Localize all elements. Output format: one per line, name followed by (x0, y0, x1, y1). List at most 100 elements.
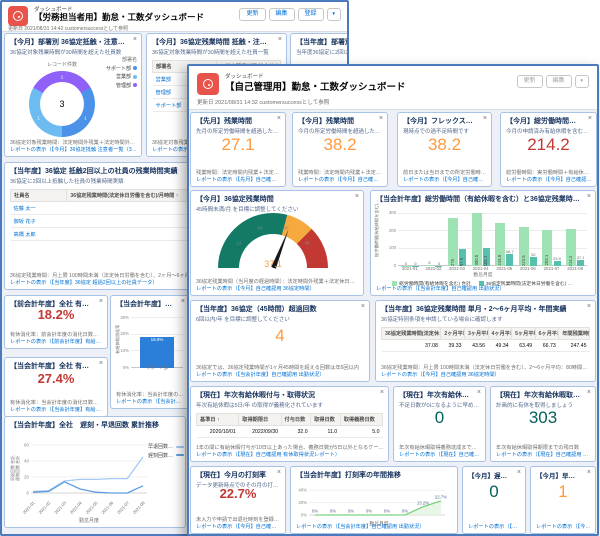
column-header[interactable]: 取得期限日 (239, 414, 281, 426)
card-subtitle: 6回以内/年 を目標に調整してください (196, 315, 364, 323)
annual-bar-chart[interactable]: 0100200300006027597.9300.5105.1243.868.7… (398, 210, 587, 266)
column-header[interactable]: 36協定残業時間(法定休日労働を含む) ↑ (382, 328, 441, 340)
expand-icon[interactable]: × (277, 469, 281, 476)
bar (530, 257, 537, 266)
column-header[interactable]: 3ヶ月平均 (464, 328, 488, 340)
data-table: 36協定残業時間(法定休日労働を含む) ↑2ヶ月平均3ヶ月平均4ヶ月平均5ヶ月平… (381, 327, 590, 352)
column-header[interactable]: 取得義務日数 (340, 414, 382, 426)
report-link[interactable]: レポートの表示（【今月】自己確認用 フレックス） (403, 176, 487, 183)
card-footnote: 1年の間に有給休暇付与が10日以上あった場合、義務日数が5日以外となるケースがあ… (196, 444, 384, 451)
card-cur-month-overtime: 【今月】残業時間 × 今月の所定労働時間を超過した時間です 38.2 残業時間：… (292, 112, 388, 187)
expand-icon[interactable]: × (277, 115, 281, 122)
report-link[interactable]: レポートの表示（【当会計年度】自己確認用 出勤状況） (196, 371, 365, 378)
column-header[interactable]: 付与日数 (281, 414, 311, 426)
segment-value-label: 1 (37, 115, 40, 120)
metric-value: 0 (463, 483, 525, 500)
legend-item: 遅刻回数 合計 (148, 452, 184, 459)
expand-icon[interactable]: × (483, 115, 487, 122)
column-header[interactable]: 年間残業時間 (559, 328, 590, 340)
bar-value-label: 223.5 (522, 228, 526, 266)
report-link[interactable]: レポートの表示（【前会計年度】有給休暇消化） (10, 338, 103, 345)
donut-chart[interactable]: 3111 (29, 71, 95, 137)
report-link[interactable]: レポートの表示（【今月】自己確認用 出勤状況） (506, 176, 592, 183)
expand-icon[interactable]: × (517, 469, 521, 476)
expand-icon[interactable]: × (99, 360, 103, 367)
column-header[interactable]: 2ヶ月平均 (441, 328, 465, 340)
table-cell: 5.0 (340, 426, 382, 438)
record-link[interactable]: 高橋 太郎 (11, 228, 67, 241)
expand-icon[interactable]: × (587, 193, 591, 200)
report-link[interactable]: レポートの表示（【今月】自己確認用 36協定時間） (196, 285, 359, 292)
report-link[interactable]: レポートの表示（【当会計年度】自己確認用 出勤状況） (376, 285, 591, 292)
report-link[interactable]: レポートの表示（【当会計年度】有給休暇） (116, 398, 185, 405)
overtime-gauge-chart[interactable]: 37.112243648 (218, 213, 328, 271)
gauge-tick-label: 36 (283, 226, 288, 231)
table-cell: 2022/09/30 (239, 426, 281, 438)
record-link[interactable]: 御坂 花子 (11, 215, 67, 228)
report-link[interactable]: レポートの表示（【今月】自己確認用 出勤状況） (196, 523, 281, 530)
report-link[interactable]: レポートの表示（【今月… (536, 523, 591, 530)
column-header[interactable]: 取得日数 (311, 414, 341, 426)
average-table[interactable]: 36協定残業時間(法定休日労働を含む) ↑2ヶ月平均3ヶ月平均4ヶ月平均5ヶ月平… (381, 327, 590, 352)
record-link[interactable]: 佐藤 太一 (11, 202, 67, 215)
bar (435, 266, 442, 267)
card-footnote: 36協定では、36協定残業時間が1ヶ月45時間を超える回数は年6回以内 (196, 364, 365, 371)
report-link[interactable]: レポートの表示（【現在】自己確認用 有休取得） (399, 451, 481, 458)
expand-icon[interactable]: × (278, 36, 282, 43)
edit-button[interactable]: 編集 (546, 75, 572, 88)
expand-icon[interactable]: × (587, 303, 591, 310)
report-link[interactable]: レポートの表示（【現在】自己確認用 有休取得） (496, 451, 591, 458)
expand-icon[interactable]: × (587, 389, 591, 396)
column-header[interactable]: 6ヶ月平均 (535, 328, 559, 340)
column-header[interactable]: 社員名 (11, 190, 67, 202)
report-link[interactable]: レポートの表示（【今月】36協定抵触 注意者一覧（30時間以上）） (10, 146, 137, 153)
card-title: 【現在】年次有給休暇付与・取得状況 (196, 390, 383, 400)
report-link[interactable]: レポートの表示（【当会計年度】有給休暇消化） (10, 406, 103, 413)
column-header[interactable]: 基準日 ↑ (197, 414, 239, 426)
report-link[interactable]: レポートの表示（【先月】自己確認用 出勤状況） (196, 176, 281, 183)
svg-text:22.7%: 22.7% (435, 494, 447, 499)
updated-timestamp: 更新日 2021/08/31 14:32 customersuccessとして参… (197, 98, 329, 106)
expand-icon[interactable]: × (587, 469, 591, 476)
card-title: 【現在】年次有給休暇 不足… (399, 390, 480, 400)
column-header[interactable]: 5ヶ月平均 (512, 328, 536, 340)
card-title: 【当年度】36協定残業時間 単月・2～6ヶ月平均・年間実績 (381, 304, 590, 314)
report-link[interactable]: レポートの表示（【今月… (468, 523, 521, 530)
dept-vacation-bar-chart[interactable]: 0%10%20%30%18.8%サポート部 (131, 312, 183, 368)
report-link[interactable]: レポートの表示（【当会計年度】自己確認用 出勤状況） (296, 523, 453, 530)
segment-value-label: 1 (84, 115, 87, 120)
expand-icon[interactable]: × (355, 193, 359, 200)
expand-icon[interactable]: × (379, 115, 383, 122)
bar-group: 300.5105.1 (469, 210, 493, 266)
expand-icon[interactable]: × (588, 115, 592, 122)
svg-text:0%: 0% (366, 509, 372, 514)
gauge-tick-label: 12 (237, 241, 242, 246)
metric-value: 0 (394, 409, 485, 426)
report-link[interactable]: レポートの表示（【今月】自己確認用 出勤状況） (298, 176, 383, 183)
report-link[interactable]: レポートの表示（【今月】自己確認用 36協定時間） (381, 371, 591, 378)
report-link[interactable]: レポートの表示（【現在】自己確認用 有休取得状況レポート） (196, 451, 384, 458)
card-footnote: 36協定対象残業時間：法定時間外残業＋法定時間外割増 (10, 139, 137, 146)
more-actions-button[interactable]: ▼ (575, 75, 589, 88)
metric-value: 4 (191, 327, 369, 344)
expand-icon[interactable]: × (181, 298, 185, 305)
expand-icon[interactable]: × (133, 36, 137, 43)
expand-icon[interactable]: × (361, 303, 365, 310)
late-early-line-chart[interactable]: 02040602021-012021-022021-032021-042021-… (9, 429, 159, 528)
bar (424, 265, 434, 266)
vacation-table[interactable]: 基準日 ↑取得期限日付与日数取得日数取得義務日数2020/10/012022/0… (196, 413, 383, 438)
refresh-button[interactable]: 更新 (239, 8, 265, 21)
column-header[interactable]: 4ヶ月平均 (488, 328, 512, 340)
card-vacation-status: 【現在】年次有給休暇付与・取得状況 × 年次有給休暇は5日/年 の取得が義務化さ… (190, 386, 389, 462)
more-actions-button[interactable]: ▼ (327, 8, 341, 21)
expand-icon[interactable]: × (477, 389, 481, 396)
edit-button[interactable]: 編集 (269, 8, 295, 21)
expand-icon[interactable]: × (99, 298, 103, 305)
x-tick-label: サポート部 (131, 365, 183, 371)
subscribe-button[interactable]: 登録 (298, 8, 324, 21)
expand-icon[interactable]: × (380, 389, 384, 396)
legend-swatch-icon (176, 446, 184, 448)
svg-text:勤怠月度: 勤怠月度 (79, 517, 99, 524)
card-title: 【今月】遅刻回数 (468, 470, 520, 480)
refresh-button[interactable]: 更新 (517, 75, 543, 88)
